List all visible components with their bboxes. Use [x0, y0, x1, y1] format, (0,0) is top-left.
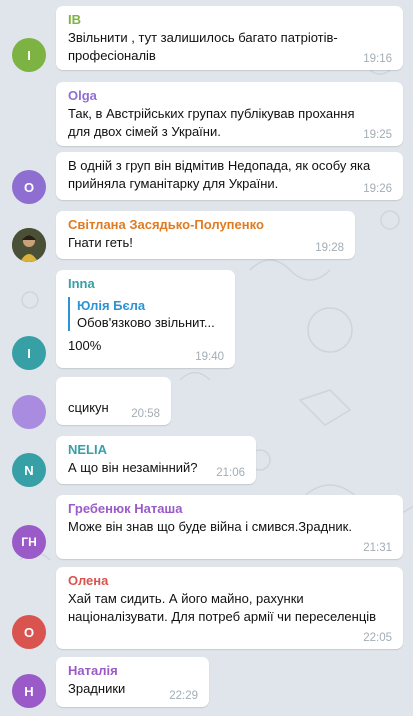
- message-text: Так, в Австрійських групах публікував пр…: [68, 106, 355, 139]
- avatar[interactable]: I: [12, 336, 46, 370]
- sender-name[interactable]: IB: [68, 11, 392, 29]
- message-text: Може він знав що буде війна і смився.Зра…: [68, 519, 352, 534]
- avatar[interactable]: O: [12, 615, 46, 649]
- sender-name[interactable]: Олена: [68, 572, 392, 590]
- avatar-letter: I: [27, 345, 31, 361]
- sender-name[interactable]: Наталія: [68, 662, 198, 680]
- avatar-letter: O: [23, 624, 35, 640]
- avatar[interactable]: Н: [12, 674, 46, 708]
- avatar-photo[interactable]: [12, 228, 46, 262]
- message-time: 19:28: [315, 242, 344, 254]
- message-text: Хай там сидить. А його майно, рахунки на…: [68, 591, 377, 624]
- message-time: 22:05: [363, 632, 392, 644]
- message-bubble[interactable]: сцикун 20:58: [56, 377, 171, 425]
- sender-name[interactable]: Гребенюк Наташа: [68, 500, 392, 518]
- reply-sender: Юлія Бєла: [77, 298, 146, 313]
- message-bubble[interactable]: Олена Хай там сидить. А його майно, раху…: [56, 567, 403, 649]
- message-bubble[interactable]: Olga Так, в Австрійських групах публікув…: [56, 82, 403, 146]
- message-time: 20:58: [131, 408, 160, 420]
- avatar-letter: ГН: [21, 535, 37, 549]
- message-time: 19:25: [363, 129, 392, 141]
- message-text: В одній з груп він відмітив Недопада, як…: [68, 158, 371, 191]
- message-bubble[interactable]: Гребенюк Наташа Може він знав що буде ві…: [56, 495, 403, 559]
- avatar-letter: N: [24, 462, 34, 478]
- avatar-letter: O: [23, 179, 35, 195]
- avatar-letter: I: [27, 47, 31, 63]
- reply-text: Обов'язково звільнит...: [77, 315, 215, 330]
- sender-name[interactable]: Olga: [68, 87, 392, 105]
- message-time: 22:29: [169, 690, 198, 702]
- message-bubble[interactable]: В одній з груп він відмітив Недопада, як…: [56, 152, 403, 200]
- message-time: 21:31: [363, 542, 392, 554]
- avatar-photo-image: [12, 228, 46, 262]
- sender-name[interactable]: Світлана Засядько-Полупенко: [68, 216, 344, 234]
- message-bubble[interactable]: Inna Юлія Бєла Обов'язково звільнит... 1…: [56, 270, 235, 368]
- message-time: 19:16: [363, 53, 392, 65]
- message-bubble[interactable]: IB Звільнити , тут залишилось багато пат…: [56, 6, 403, 70]
- avatar[interactable]: [12, 395, 46, 429]
- message-bubble[interactable]: Світлана Засядько-Полупенко Гнати геть! …: [56, 211, 355, 259]
- message-bubble[interactable]: Наталія Зрадники 22:29: [56, 657, 209, 707]
- sender-name[interactable]: Inna: [68, 275, 224, 293]
- message-time: 21:06: [216, 467, 245, 479]
- message-bubble[interactable]: NELIA А що він незамінний? 21:06: [56, 436, 256, 484]
- message-time: 19:26: [363, 183, 392, 195]
- message-text: Гнати геть!: [68, 235, 133, 250]
- avatar-letter: Н: [24, 683, 34, 699]
- avatar[interactable]: I: [12, 38, 46, 72]
- avatar[interactable]: O: [12, 170, 46, 204]
- message-text: Звільнити , тут залишилось багато патріо…: [68, 30, 338, 63]
- avatar[interactable]: N: [12, 453, 46, 487]
- reply-quote[interactable]: Юлія Бєла Обов'язково звільнит...: [68, 297, 224, 331]
- message-time: 19:40: [195, 351, 224, 363]
- avatar[interactable]: ГН: [12, 525, 46, 559]
- sender-name[interactable]: NELIA: [68, 441, 245, 459]
